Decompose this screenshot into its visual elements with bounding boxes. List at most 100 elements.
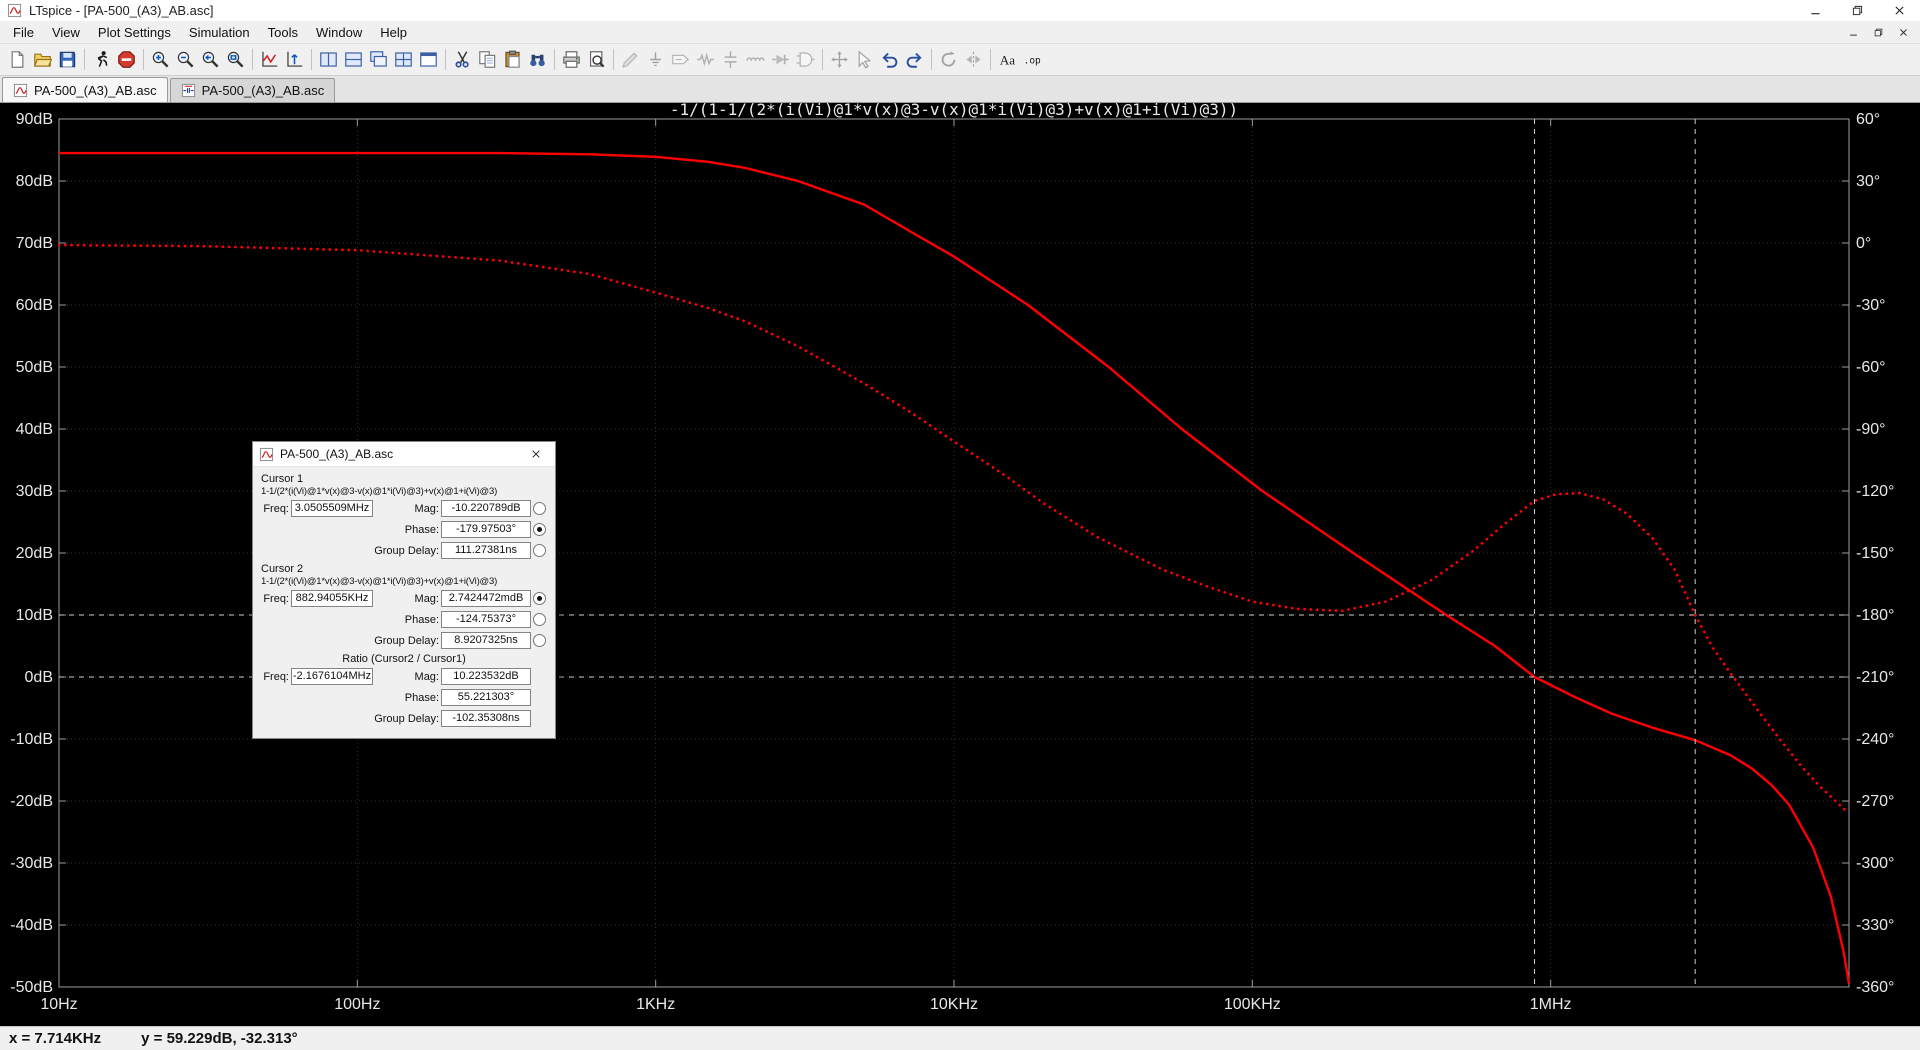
cursor2-freq-field[interactable]: 882.94055KHz bbox=[291, 590, 373, 607]
zoom-in-button[interactable] bbox=[148, 46, 173, 73]
find-button[interactable] bbox=[525, 46, 550, 73]
menu-view[interactable]: View bbox=[43, 21, 89, 43]
cursor2-gd-label: Group Delay: bbox=[374, 634, 439, 647]
trace-expression-title[interactable]: -1/(1-1/(2*(i(Vi)@1*v(x)@3-v(x)@1*i(Vi)@… bbox=[670, 103, 1238, 119]
drag-icon bbox=[855, 50, 874, 69]
cursor2-freq-mag-row: Freq: 882.94055KHz Mag: 2.7424472mdB bbox=[259, 590, 549, 607]
minimize-button[interactable] bbox=[1794, 0, 1836, 21]
rotate-button[interactable] bbox=[936, 46, 961, 73]
redo-button[interactable] bbox=[902, 46, 927, 73]
cascade-windows-button[interactable] bbox=[366, 46, 391, 73]
cursor1-phase-radio[interactable] bbox=[533, 523, 546, 536]
save-button[interactable] bbox=[55, 46, 80, 73]
undo-button[interactable] bbox=[877, 46, 902, 73]
tile-horizontal-button[interactable] bbox=[341, 46, 366, 73]
menu-plot-settings[interactable]: Plot Settings bbox=[89, 21, 180, 43]
split-pane-button[interactable] bbox=[391, 46, 416, 73]
paste-button[interactable] bbox=[500, 46, 525, 73]
component-button[interactable] bbox=[793, 46, 818, 73]
paste-icon bbox=[503, 50, 522, 69]
cursor-window-close-icon[interactable] bbox=[519, 442, 553, 467]
halt-button[interactable] bbox=[114, 46, 139, 73]
move-icon bbox=[830, 50, 849, 69]
grid-pane-button[interactable] bbox=[416, 46, 441, 73]
toolbar-separator bbox=[445, 49, 446, 70]
menu-help[interactable]: Help bbox=[371, 21, 416, 43]
status-y-readout: y = 59.229dB, -32.313° bbox=[141, 1030, 298, 1047]
mdi-minimize-button[interactable] bbox=[1841, 23, 1866, 42]
cursor2-phase-radio[interactable] bbox=[533, 613, 546, 626]
spice-directive-button[interactable]: .op bbox=[1020, 46, 1045, 73]
close-button[interactable] bbox=[1878, 0, 1920, 21]
zoom-out-button[interactable] bbox=[173, 46, 198, 73]
y-left-tick-label: 10dB bbox=[16, 607, 53, 624]
mark-data-point-button[interactable] bbox=[257, 46, 282, 73]
y-right-tick-label: -270° bbox=[1856, 793, 1894, 810]
zoom-back-button[interactable] bbox=[198, 46, 223, 73]
text-button[interactable]: Aa bbox=[995, 46, 1020, 73]
y-left-tick-label: 20dB bbox=[16, 545, 53, 562]
menu-window[interactable]: Window bbox=[307, 21, 371, 43]
cursor1-gd-radio[interactable] bbox=[533, 544, 546, 557]
toolbar-separator bbox=[613, 49, 614, 70]
cursor1-mag-label: Mag: bbox=[414, 502, 439, 515]
cursor2-gd-field[interactable]: 8.9207325ns bbox=[441, 632, 531, 649]
mdi-restore-button[interactable] bbox=[1866, 23, 1891, 42]
menu-simulation[interactable]: Simulation bbox=[180, 21, 259, 43]
mirror-button[interactable] bbox=[961, 46, 986, 73]
run-button[interactable] bbox=[89, 46, 114, 73]
cursor2-section-label: Cursor 2 bbox=[261, 563, 304, 575]
inductor-button[interactable] bbox=[743, 46, 768, 73]
print-button[interactable] bbox=[559, 46, 584, 73]
menu-file[interactable]: File bbox=[4, 21, 43, 43]
cursor-window-titlebar[interactable]: PA-500_(A3)_AB.asc bbox=[253, 442, 555, 467]
cursor2-mag-radio[interactable] bbox=[533, 592, 546, 605]
cursor1-gd-label: Group Delay: bbox=[374, 544, 439, 557]
y-left-tick-label: -30dB bbox=[10, 855, 53, 872]
restore-button[interactable] bbox=[1836, 0, 1878, 21]
zoom-full-button[interactable] bbox=[223, 46, 248, 73]
tile-vertical-button[interactable] bbox=[316, 46, 341, 73]
cascade-windows-icon bbox=[369, 50, 388, 69]
ratio-freq-field[interactable]: -2.1676104MHz bbox=[291, 668, 373, 685]
menu-tools[interactable]: Tools bbox=[259, 21, 307, 43]
copy-icon bbox=[478, 50, 497, 69]
net-label-icon bbox=[671, 50, 690, 69]
cursor2-gd-radio[interactable] bbox=[533, 634, 546, 647]
wire-button[interactable] bbox=[618, 46, 643, 73]
cut-button[interactable] bbox=[450, 46, 475, 73]
open-folder-button[interactable] bbox=[30, 46, 55, 73]
move-button[interactable] bbox=[827, 46, 852, 73]
drag-button[interactable] bbox=[852, 46, 877, 73]
cursor-results-window: PA-500_(A3)_AB.asc Cursor 1 1-1/(2*(i(Vi… bbox=[252, 441, 556, 739]
tile-vertical-icon bbox=[319, 50, 338, 69]
ratio-section-label: Ratio (Cursor2 / Cursor1) bbox=[342, 653, 466, 665]
diode-button[interactable] bbox=[768, 46, 793, 73]
y-right-tick-label: -360° bbox=[1856, 979, 1894, 996]
net-label-button[interactable] bbox=[668, 46, 693, 73]
autorange-y-button[interactable] bbox=[282, 46, 307, 73]
cursor1-phase-field[interactable]: -179.97503° bbox=[441, 521, 531, 538]
waveform-viewer[interactable]: 90dB 80dB 70dB 60dB 50dB 40dB 30dB 20dB 10dB 0dB -… bbox=[0, 103, 1920, 1026]
svg-text:.op: .op bbox=[1024, 56, 1041, 67]
resistor-button[interactable] bbox=[693, 46, 718, 73]
copy-button[interactable] bbox=[475, 46, 500, 73]
cursor1-freq-field[interactable]: 3.0505509MHz bbox=[291, 500, 373, 517]
print-preview-button[interactable] bbox=[584, 46, 609, 73]
ratio-phase-field[interactable]: 55.221303° bbox=[441, 689, 531, 706]
cursor1-mag-radio[interactable] bbox=[533, 502, 546, 515]
mdi-close-button[interactable] bbox=[1891, 23, 1916, 42]
ground-button[interactable] bbox=[643, 46, 668, 73]
ratio-mag-field[interactable]: 10.223532dB bbox=[441, 668, 531, 685]
tab-1[interactable]: PA-500_(A3)_AB.asc bbox=[2, 77, 168, 102]
cursor2-mag-field[interactable]: 2.7424472mdB bbox=[441, 590, 531, 607]
cursor1-mag-field[interactable]: -10.220789dB bbox=[441, 500, 531, 517]
cursor2-phase-field[interactable]: -124.75373° bbox=[441, 611, 531, 628]
capacitor-button[interactable] bbox=[718, 46, 743, 73]
cursor1-gd-field[interactable]: 111.27381ns bbox=[441, 542, 531, 559]
zoom-out-icon bbox=[176, 50, 195, 69]
new-file-button[interactable] bbox=[5, 46, 30, 73]
tab-2[interactable]: PA-500_(A3)_AB.asc bbox=[169, 78, 336, 102]
ratio-gd-field[interactable]: -102.35308ns bbox=[441, 710, 531, 727]
tile-horizontal-icon bbox=[344, 50, 363, 69]
